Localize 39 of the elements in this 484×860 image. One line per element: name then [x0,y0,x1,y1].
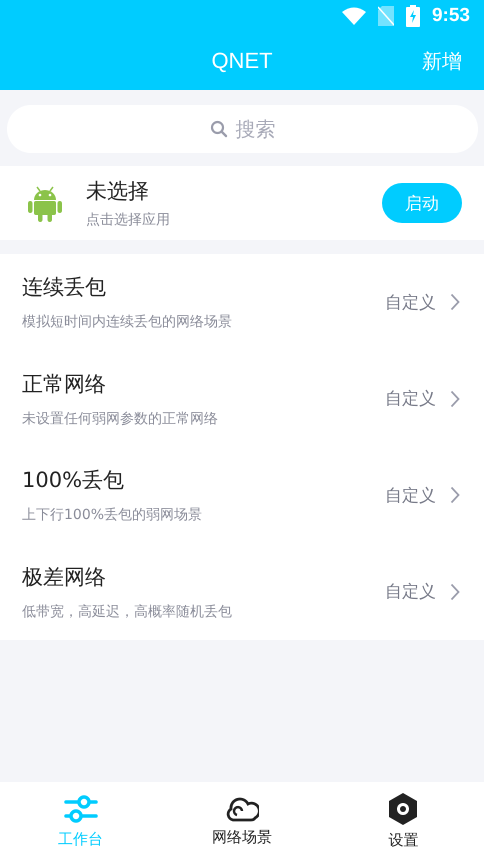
chevron-right-icon [450,293,460,312]
customize-link[interactable]: 自定义 [385,580,436,604]
scene-title: 连续丢包 [22,274,107,302]
chevron-right-icon [450,582,460,601]
app-title: QNET [211,48,273,74]
scene-description: 模拟短时间内连续丢包的网络场景 [22,313,233,332]
tab-label: 设置 [388,830,418,850]
search-placeholder: 搜索 [236,116,276,142]
customize-link[interactable]: 自定义 [385,484,436,507]
scene-title: 极差网络 [22,564,107,591]
scene-item[interactable]: 正常网络 未设置任何弱网参数的正常网络 自定义 [0,350,484,447]
wifi-icon [342,7,366,25]
no-sim-icon [378,6,394,26]
scene-item[interactable]: 100%丢包 上下行100%丢包的弱网场景 自定义 [0,447,484,544]
scene-description: 低带宽，高延迟，高概率随机丢包 [22,602,233,621]
search-icon [210,120,228,138]
search-field[interactable]: 搜索 [7,105,478,153]
scene-description: 未设置任何弱网参数的正常网络 [22,410,219,428]
scene-item[interactable]: 连续丢包 模拟短时间内连续丢包的网络场景 自定义 [0,254,484,350]
scene-title: 100%丢包 [22,467,126,494]
tab[interactable]: 网络场景 [161,782,323,860]
android-robot-icon [28,184,62,222]
cloud-icon [224,796,259,822]
chevron-right-icon [450,486,460,504]
status-time: 9:53 [432,5,470,27]
tab-label: 网络场景 [212,828,272,846]
customize-link[interactable]: 自定义 [385,290,436,314]
tab-label: 工作台 [58,830,104,848]
scene-item[interactable]: 极差网络 低带宽，高延迟，高概率随机丢包 自定义 [0,544,484,640]
settings-icon [388,792,418,824]
chevron-right-icon [450,390,460,408]
tab[interactable]: 设置 [322,782,484,860]
app-hint[interactable]: 点击选择应用 [86,211,382,229]
app-name: 未选择 [86,178,150,205]
scene-description: 上下行100%丢包的弱网场景 [22,506,204,524]
scene-title: 正常网络 [22,370,107,398]
sliders-icon [64,794,98,824]
customize-link[interactable]: 自定义 [385,387,436,410]
battery-icon [406,5,420,27]
